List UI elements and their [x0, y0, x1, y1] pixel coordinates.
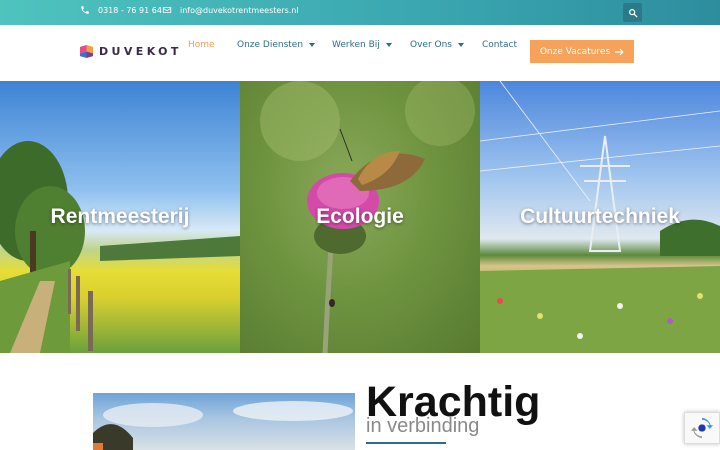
service-panel-rentmeesterij[interactable]: Rentmeesterij [0, 81, 240, 353]
phone-number[interactable]: 0318 - 76 91 64 [98, 6, 162, 15]
intro-section: Krachtig in verbinding [0, 353, 720, 450]
caret-down-icon [458, 43, 464, 47]
nav-item-label: Werken Bij [332, 40, 380, 50]
intro-subheading: in verbinding [366, 415, 480, 437]
recaptcha-badge[interactable] [684, 412, 720, 444]
nav-item-contact[interactable]: Contact [482, 40, 517, 50]
email-address[interactable]: info@duvekotrentmeesters.nl [180, 6, 299, 15]
nav-item-home[interactable]: Home [188, 40, 215, 50]
search-button[interactable] [623, 3, 642, 22]
nav-item-label: Home [188, 40, 215, 50]
logo-mark-icon [80, 45, 93, 58]
heading-underline [366, 442, 446, 444]
services-row: Rentmeesterij Ecologie Cultuurtechniek [0, 81, 720, 353]
logo[interactable]: DUVEKOT [80, 45, 182, 58]
phone-icon [81, 6, 89, 14]
service-title: Cultuurtechniek [520, 205, 680, 228]
phone-link[interactable]: 0318 - 76 91 64 [80, 5, 162, 15]
top-contact-bar: 0318 - 76 91 64 info@duvekotrentmeesters… [0, 0, 720, 25]
caret-down-icon [309, 43, 316, 47]
sky-landscape-image [93, 401, 353, 450]
envelope-icon [162, 7, 172, 13]
nav-item-onze-diensten[interactable]: Onze Diensten [237, 40, 316, 50]
caret-down-icon [385, 43, 392, 47]
arrow-right-icon [615, 48, 624, 55]
nav-item-werken-bij[interactable]: Werken Bij [332, 40, 392, 50]
nav-item-label: Onze Diensten [237, 40, 304, 50]
search-icon [628, 8, 637, 17]
service-title: Ecologie [316, 205, 404, 228]
vacatures-button[interactable]: Onze Vacatures [530, 40, 634, 63]
service-panel-ecologie[interactable]: Ecologie [240, 81, 480, 353]
service-panel-cultuurtechniek[interactable]: Cultuurtechniek [480, 81, 720, 353]
intro-image [93, 393, 355, 450]
email-link[interactable]: info@duvekotrentmeesters.nl [162, 5, 299, 15]
logo-text: DUVEKOT [99, 45, 182, 58]
recaptcha-icon [691, 417, 713, 439]
nav-item-label: Over Ons [410, 40, 452, 50]
main-header: DUVEKOT Home Onze Diensten Werken Bij Ov… [0, 25, 720, 81]
nav-item-label: Contact [482, 40, 518, 50]
nav-item-over-ons[interactable]: Over Ons [410, 40, 464, 50]
vacatures-button-label: Onze Vacatures [539, 46, 611, 57]
service-title: Rentmeesterij [50, 205, 190, 228]
